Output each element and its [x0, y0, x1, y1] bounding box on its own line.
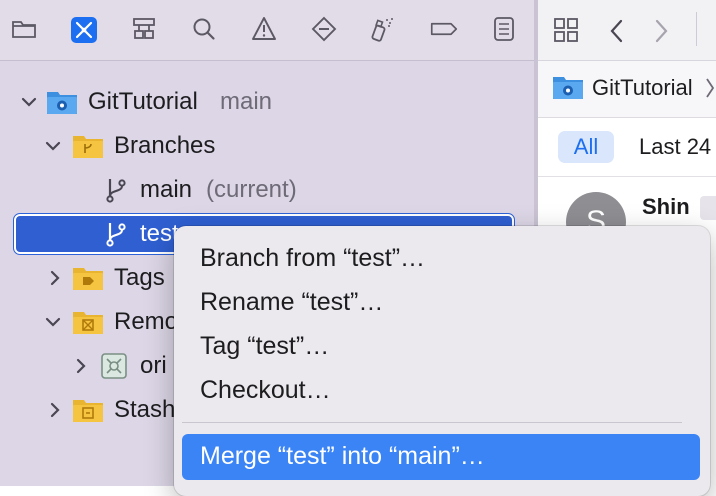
menu-item-rename[interactable]: Rename “test”…: [200, 288, 383, 317]
menu-item-merge-label: Merge “test” into “main”…: [200, 442, 485, 470]
branches-folder-icon: [72, 131, 104, 161]
stashes-folder-icon: [72, 395, 104, 425]
test-branch-label: test: [140, 220, 179, 247]
menu-item-checkout[interactable]: Checkout…: [200, 376, 331, 405]
path-chevron-icon: [704, 75, 716, 106]
main-branch-suffix: (current): [206, 176, 297, 203]
toolbar-divider: [696, 12, 697, 46]
menu-separator: [182, 422, 682, 423]
chevron-down-icon[interactable]: [20, 93, 38, 111]
tree-row-main-branch[interactable]: main (current): [0, 170, 534, 210]
chevron-down-icon[interactable]: [44, 313, 62, 331]
breakpoint-tag-icon[interactable]: [428, 13, 460, 45]
navigator-toolbar: [0, 0, 534, 61]
hierarchy-icon[interactable]: [128, 13, 160, 45]
tree-row-branches[interactable]: Branches: [0, 126, 534, 166]
chevron-down-icon[interactable]: [44, 137, 62, 155]
project-branch: main: [220, 88, 273, 115]
remotes-label: Remo: [114, 308, 179, 335]
source-control-icon[interactable]: [71, 17, 97, 43]
origin-label: ori: [140, 352, 167, 379]
project-folder-icon: [46, 87, 78, 117]
tags-label: Tags: [114, 264, 165, 291]
debug-spray-icon[interactable]: [366, 13, 398, 45]
stashes-label: Stash: [114, 396, 176, 423]
commit-branch-badge: [700, 196, 716, 220]
back-chevron-icon[interactable]: [608, 18, 626, 49]
main-branch-label: main: [140, 176, 193, 203]
filter-last-button[interactable]: Last 24: [639, 134, 711, 160]
branch-icon: [100, 219, 132, 249]
chevron-right-icon[interactable]: [46, 269, 64, 287]
tags-folder-icon: [72, 263, 104, 293]
remotes-folder-icon: [72, 307, 104, 337]
project-folder-icon: [552, 73, 584, 106]
path-label[interactable]: GitTutorial: [592, 75, 693, 101]
forward-chevron-icon[interactable]: [652, 18, 670, 49]
remote-icon: [98, 351, 130, 381]
commit-author: Shin: [642, 194, 690, 219]
menu-item-tag[interactable]: Tag “test”…: [200, 332, 329, 361]
menu-item-branch-from[interactable]: Branch from “test”…: [200, 244, 425, 273]
branches-label: Branches: [114, 132, 216, 159]
test-diamond-icon[interactable]: [308, 13, 340, 45]
context-menu: Branch from “test”… Rename “test”… Tag “…: [174, 226, 710, 496]
folder-icon[interactable]: [8, 13, 40, 45]
branch-icon: [100, 175, 132, 205]
chevron-right-icon[interactable]: [46, 401, 64, 419]
editor-toolbar: [538, 0, 716, 61]
tree-row-project[interactable]: GitTutorial main: [0, 82, 534, 122]
grid-layout-icon[interactable]: [552, 16, 580, 49]
path-bar: GitTutorial: [538, 61, 716, 118]
warning-icon[interactable]: [248, 13, 280, 45]
report-list-icon[interactable]: [488, 13, 520, 45]
chevron-right-icon[interactable]: [72, 357, 90, 375]
menu-item-merge[interactable]: Merge “test” into “main”…: [182, 434, 700, 480]
filter-all-button[interactable]: All: [558, 131, 614, 163]
search-icon[interactable]: [188, 13, 220, 45]
project-name: GitTutorial: [88, 88, 198, 115]
